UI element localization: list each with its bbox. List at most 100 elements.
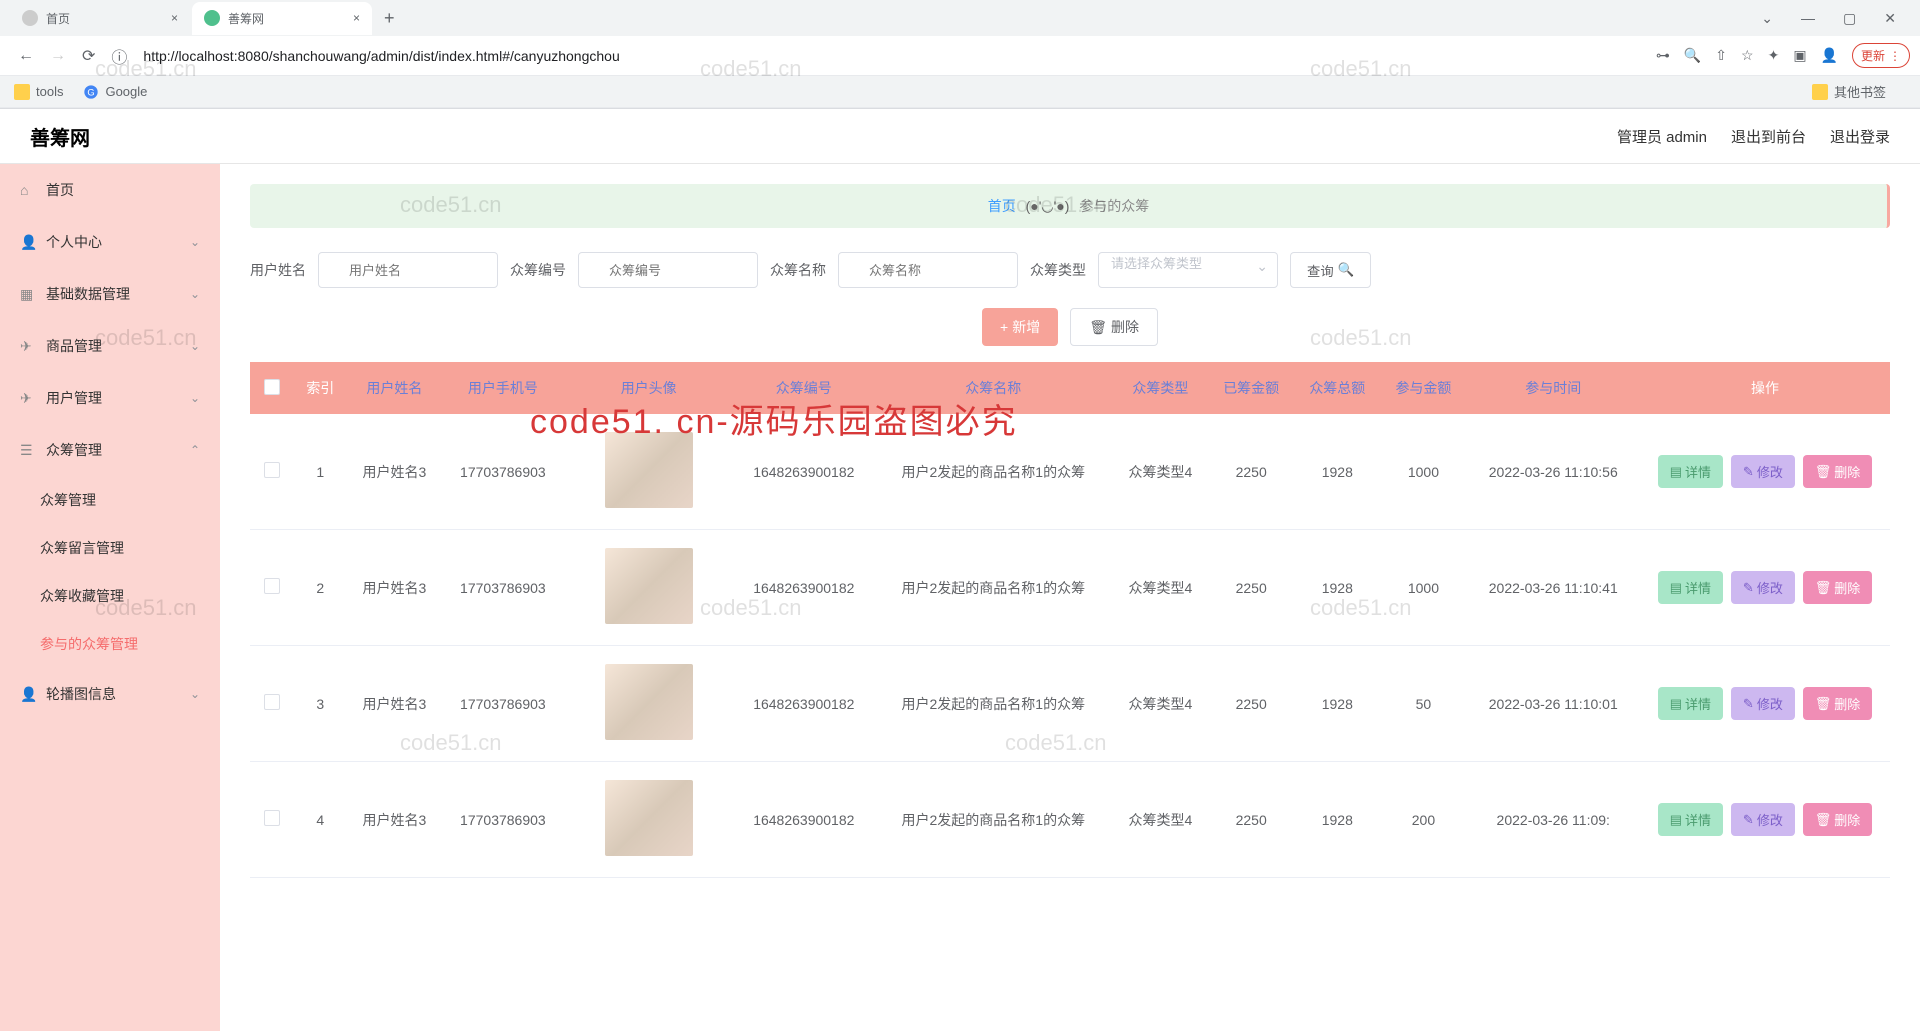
address-bar[interactable]: http://localhost:8080/shanchouwang/admin… [143, 48, 1647, 64]
th-raised[interactable]: 已筹金额 [1208, 362, 1294, 414]
trash-icon: 🗑 [1815, 464, 1832, 480]
th-cftype[interactable]: 众筹类型 [1113, 362, 1208, 414]
edit-icon: ✎ [1743, 464, 1754, 480]
chevron-down-icon[interactable]: ⌄ [1747, 4, 1787, 33]
cell-join-amount: 200 [1380, 762, 1466, 878]
th-join-time[interactable]: 参与时间 [1467, 362, 1641, 414]
cell-username: 用户姓名3 [347, 414, 442, 530]
cell-code: 1648263900182 [734, 646, 874, 762]
submenu-cf-collect[interactable]: 众筹收藏管理 [0, 572, 220, 620]
new-tab-button[interactable]: + [374, 8, 405, 29]
sidebar: ⌂首页 👤个人中心⌄ ▦基础数据管理⌄ ✈商品管理⌄ ✈用户管理⌄ ☰众筹管理⌃… [0, 164, 220, 1031]
row-delete-button[interactable]: 🗑删除 [1803, 803, 1873, 836]
submenu-cf-message[interactable]: 众筹留言管理 [0, 524, 220, 572]
chevron-down-icon: ⌄ [190, 391, 200, 405]
logout-link[interactable]: 退出登录 [1830, 126, 1890, 147]
key-icon[interactable]: ⊶ [1656, 47, 1670, 64]
cell-join-amount: 50 [1380, 646, 1466, 762]
th-index: 索引 [294, 362, 347, 414]
menu-personal[interactable]: 👤个人中心⌄ [0, 216, 220, 268]
menu-crowdfund[interactable]: ☰众筹管理⌃ [0, 424, 220, 476]
close-window-icon[interactable]: ✕ [1870, 4, 1910, 33]
row-delete-button[interactable]: 🗑删除 [1803, 687, 1873, 720]
info-icon[interactable]: ⓘ [103, 44, 135, 68]
filter-type-select[interactable]: 请选择众筹类型 [1098, 252, 1278, 288]
detail-button[interactable]: ▤详情 [1658, 571, 1723, 604]
main-wrap: ⌂首页 👤个人中心⌄ ▦基础数据管理⌄ ✈商品管理⌄ ✈用户管理⌄ ☰众筹管理⌃… [0, 164, 1920, 1031]
filter-name-input[interactable] [318, 252, 498, 288]
share-icon[interactable]: ⇧ [1715, 47, 1727, 64]
submenu-cf-join[interactable]: 参与的众筹管理 [0, 620, 220, 668]
th-total[interactable]: 众筹总额 [1294, 362, 1380, 414]
sidepanel-icon[interactable]: ▣ [1793, 47, 1806, 64]
trash-icon: 🗑 [1815, 696, 1832, 712]
bookmark-other[interactable]: 其他书签 [1812, 82, 1886, 101]
chevron-down-icon: ⌄ [190, 339, 200, 353]
update-button[interactable]: 更新⋮ [1852, 43, 1910, 68]
row-checkbox[interactable] [264, 694, 280, 710]
th-cfname[interactable]: 众筹名称 [874, 362, 1113, 414]
tab-title: 首页 [46, 10, 70, 27]
edit-button[interactable]: ✎修改 [1731, 687, 1795, 720]
row-checkbox[interactable] [264, 810, 280, 826]
menu-product[interactable]: ✈商品管理⌄ [0, 320, 220, 372]
bookmark-tools[interactable]: tools [14, 84, 63, 100]
breadcrumb: 首页 (●'◡'●) 参与的众筹 [250, 184, 1890, 228]
zoom-icon[interactable]: 🔍 [1684, 47, 1701, 64]
th-phone[interactable]: 用户手机号 [442, 362, 564, 414]
filter-cfname-input[interactable] [838, 252, 1018, 288]
menu-user[interactable]: ✈用户管理⌄ [0, 372, 220, 424]
menu-carousel[interactable]: 👤轮播图信息⌄ [0, 668, 220, 720]
row-delete-button[interactable]: 🗑删除 [1803, 571, 1873, 604]
th-avatar[interactable]: 用户头像 [564, 362, 734, 414]
star-icon[interactable]: ☆ [1741, 47, 1754, 64]
close-icon[interactable]: × [171, 11, 178, 25]
submenu-cf-manage[interactable]: 众筹管理 [0, 476, 220, 524]
cell-cfname: 用户2发起的商品名称1的众筹 [874, 414, 1113, 530]
menu-home[interactable]: ⌂首页 [0, 164, 220, 216]
edit-button[interactable]: ✎修改 [1731, 803, 1795, 836]
browser-tab-2[interactable]: 善筹网 × [192, 2, 372, 35]
user-icon: 👤 [20, 234, 36, 251]
bookmark-google[interactable]: GGoogle [83, 84, 147, 100]
maximize-icon[interactable]: ▢ [1829, 4, 1870, 33]
google-icon: G [83, 84, 99, 100]
row-delete-button[interactable]: 🗑删除 [1803, 455, 1873, 488]
delete-button[interactable]: 🗑删除 [1070, 308, 1158, 346]
reload-icon[interactable]: ⟳ [74, 46, 103, 66]
cell-cftype: 众筹类型4 [1113, 414, 1208, 530]
frontend-link[interactable]: 退出到前台 [1731, 126, 1806, 147]
data-table: 索引 用户姓名 用户手机号 用户头像 众筹编号 众筹名称 众筹类型 已筹金额 众… [250, 362, 1890, 878]
select-all-checkbox[interactable] [264, 379, 280, 395]
extensions-icon[interactable]: ✦ [1768, 47, 1780, 64]
th-code[interactable]: 众筹编号 [734, 362, 874, 414]
back-icon[interactable]: ← [10, 47, 42, 65]
row-checkbox[interactable] [264, 462, 280, 478]
filter-code-input[interactable] [578, 252, 758, 288]
add-button[interactable]: +新增 [982, 308, 1058, 346]
admin-label[interactable]: 管理员 admin [1617, 126, 1707, 147]
forward-icon[interactable]: → [42, 47, 74, 65]
cell-total: 1928 [1294, 762, 1380, 878]
cell-code: 1648263900182 [734, 414, 874, 530]
th-username[interactable]: 用户姓名 [347, 362, 442, 414]
tab-title: 善筹网 [228, 10, 264, 27]
th-actions: 操作 [1640, 362, 1890, 414]
breadcrumb-home[interactable]: 首页 [988, 198, 1016, 214]
detail-button[interactable]: ▤详情 [1658, 455, 1723, 488]
query-button[interactable]: 查询🔍 [1290, 252, 1371, 288]
row-checkbox[interactable] [264, 578, 280, 594]
browser-tab-1[interactable]: 首页 × [10, 2, 190, 35]
th-join-amount[interactable]: 参与金额 [1380, 362, 1466, 414]
edit-button[interactable]: ✎修改 [1731, 455, 1795, 488]
table-row: 2 用户姓名3 17703786903 1648263900182 用户2发起的… [250, 530, 1890, 646]
folder-icon [14, 84, 30, 100]
detail-button[interactable]: ▤详情 [1658, 687, 1723, 720]
menu-basic-data[interactable]: ▦基础数据管理⌄ [0, 268, 220, 320]
minimize-icon[interactable]: — [1787, 4, 1829, 33]
detail-button[interactable]: ▤详情 [1658, 803, 1723, 836]
edit-button[interactable]: ✎修改 [1731, 571, 1795, 604]
close-icon[interactable]: × [353, 11, 360, 25]
cell-username: 用户姓名3 [347, 646, 442, 762]
profile-icon[interactable]: 👤 [1821, 47, 1838, 64]
